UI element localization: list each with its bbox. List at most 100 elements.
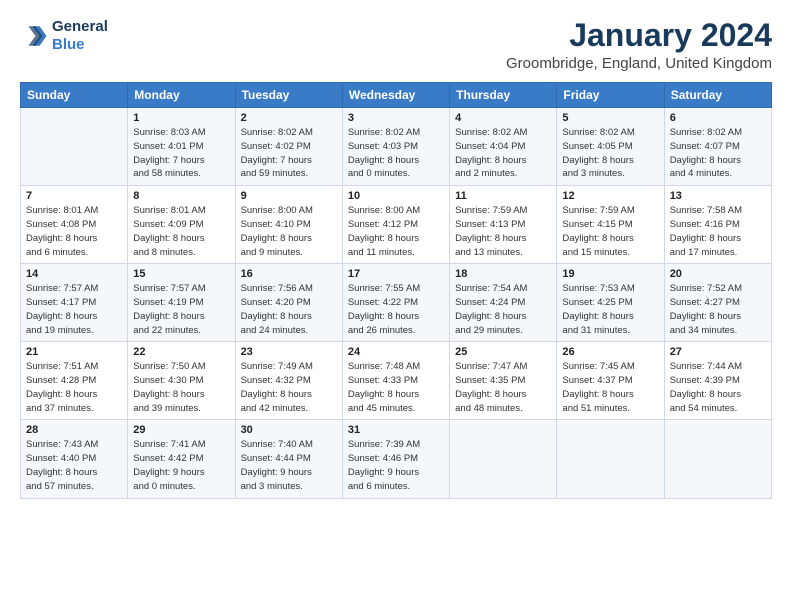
day-info: Sunrise: 8:00 AM Sunset: 4:10 PM Dayligh…: [241, 204, 337, 259]
day-cell: [21, 108, 128, 186]
day-number: 29: [133, 424, 229, 436]
day-cell: 18 Sunrise: 7:54 AM Sunset: 4:24 PM Dayli…: [450, 264, 557, 342]
day-info: Sunrise: 7:56 AM Sunset: 4:20 PM Dayligh…: [241, 282, 337, 337]
day-info: Sunrise: 7:50 AM Sunset: 4:30 PM Dayligh…: [133, 360, 229, 415]
day-number: 8: [133, 190, 229, 202]
day-cell: 6 Sunrise: 8:02 AM Sunset: 4:07 PM Daylig…: [664, 108, 771, 186]
day-cell: 9 Sunrise: 8:00 AM Sunset: 4:10 PM Daylig…: [235, 186, 342, 264]
day-info: Sunrise: 8:02 AM Sunset: 4:02 PM Dayligh…: [241, 126, 337, 181]
day-number: 6: [670, 112, 766, 124]
day-number: 22: [133, 346, 229, 358]
logo-line1: General: [52, 18, 108, 36]
day-cell: [450, 420, 557, 498]
day-info: Sunrise: 7:48 AM Sunset: 4:33 PM Dayligh…: [348, 360, 444, 415]
day-number: 14: [26, 268, 122, 280]
day-cell: 1Sunrise: 8:03 AM Sunset: 4:01 PM Daylig…: [128, 108, 235, 186]
day-info: Sunrise: 7:44 AM Sunset: 4:39 PM Dayligh…: [670, 360, 766, 415]
day-number: 31: [348, 424, 444, 436]
day-cell: 5 Sunrise: 8:02 AM Sunset: 4:05 PM Daylig…: [557, 108, 664, 186]
day-cell: 27 Sunrise: 7:44 AM Sunset: 4:39 PM Dayli…: [664, 342, 771, 420]
day-number: 17: [348, 268, 444, 280]
day-cell: 22 Sunrise: 7:50 AM Sunset: 4:30 PM Dayli…: [128, 342, 235, 420]
day-info: Sunrise: 7:57 AM Sunset: 4:17 PM Dayligh…: [26, 282, 122, 337]
day-info: Sunrise: 7:40 AM Sunset: 4:44 PM Dayligh…: [241, 438, 337, 493]
day-number: 21: [26, 346, 122, 358]
day-info: Sunrise: 7:59 AM Sunset: 4:13 PM Dayligh…: [455, 204, 551, 259]
day-cell: 26 Sunrise: 7:45 AM Sunset: 4:37 PM Dayli…: [557, 342, 664, 420]
day-cell: 10Sunrise: 8:00 AM Sunset: 4:12 PM Dayli…: [342, 186, 449, 264]
day-cell: 3 Sunrise: 8:02 AM Sunset: 4:03 PM Daylig…: [342, 108, 449, 186]
header: General Blue January 2024 Groombridge, E…: [20, 18, 772, 72]
day-info: Sunrise: 8:00 AM Sunset: 4:12 PM Dayligh…: [348, 204, 444, 259]
day-number: 30: [241, 424, 337, 436]
day-cell: 8 Sunrise: 8:01 AM Sunset: 4:09 PM Daylig…: [128, 186, 235, 264]
day-header-wednesday: Wednesday: [342, 83, 449, 108]
day-number: 1: [133, 112, 229, 124]
title-block: January 2024 Groombridge, England, Unite…: [506, 18, 772, 72]
day-cell: 29 Sunrise: 7:41 AM Sunset: 4:42 PM Dayli…: [128, 420, 235, 498]
day-info: Sunrise: 7:59 AM Sunset: 4:15 PM Dayligh…: [562, 204, 658, 259]
day-info: Sunrise: 8:02 AM Sunset: 4:03 PM Dayligh…: [348, 126, 444, 181]
day-info: Sunrise: 7:47 AM Sunset: 4:35 PM Dayligh…: [455, 360, 551, 415]
day-number: 23: [241, 346, 337, 358]
day-number: 12: [562, 190, 658, 202]
day-number: 13: [670, 190, 766, 202]
day-header-tuesday: Tuesday: [235, 83, 342, 108]
day-info: Sunrise: 7:41 AM Sunset: 4:42 PM Dayligh…: [133, 438, 229, 493]
day-number: 4: [455, 112, 551, 124]
day-info: Sunrise: 7:51 AM Sunset: 4:28 PM Dayligh…: [26, 360, 122, 415]
day-header-friday: Friday: [557, 83, 664, 108]
days-header-row: SundayMondayTuesdayWednesdayThursdayFrid…: [21, 83, 772, 108]
day-cell: 28 Sunrise: 7:43 AM Sunset: 4:40 PM Dayli…: [21, 420, 128, 498]
day-cell: 21 Sunrise: 7:51 AM Sunset: 4:28 PM Dayli…: [21, 342, 128, 420]
day-number: 16: [241, 268, 337, 280]
day-cell: 24 Sunrise: 7:48 AM Sunset: 4:33 PM Dayli…: [342, 342, 449, 420]
day-info: Sunrise: 8:01 AM Sunset: 4:09 PM Dayligh…: [133, 204, 229, 259]
day-info: Sunrise: 8:02 AM Sunset: 4:04 PM Dayligh…: [455, 126, 551, 181]
day-number: 28: [26, 424, 122, 436]
logo: General Blue: [20, 18, 108, 54]
day-header-monday: Monday: [128, 83, 235, 108]
day-cell: 12 Sunrise: 7:59 AM Sunset: 4:15 PM Dayli…: [557, 186, 664, 264]
logo-text: General Blue: [52, 18, 108, 54]
day-info: Sunrise: 8:02 AM Sunset: 4:05 PM Dayligh…: [562, 126, 658, 181]
day-number: 11: [455, 190, 551, 202]
day-cell: 31Sunrise: 7:39 AM Sunset: 4:46 PM Dayli…: [342, 420, 449, 498]
day-header-saturday: Saturday: [664, 83, 771, 108]
day-cell: 19 Sunrise: 7:53 AM Sunset: 4:25 PM Dayli…: [557, 264, 664, 342]
day-number: 27: [670, 346, 766, 358]
day-cell: 14 Sunrise: 7:57 AM Sunset: 4:17 PM Dayli…: [21, 264, 128, 342]
day-number: 2: [241, 112, 337, 124]
day-cell: 25Sunrise: 7:47 AM Sunset: 4:35 PM Dayli…: [450, 342, 557, 420]
day-number: 7: [26, 190, 122, 202]
day-number: 24: [348, 346, 444, 358]
day-number: 9: [241, 190, 337, 202]
week-row-1: 1Sunrise: 8:03 AM Sunset: 4:01 PM Daylig…: [21, 108, 772, 186]
day-info: Sunrise: 8:01 AM Sunset: 4:08 PM Dayligh…: [26, 204, 122, 259]
day-info: Sunrise: 7:49 AM Sunset: 4:32 PM Dayligh…: [241, 360, 337, 415]
day-info: Sunrise: 7:57 AM Sunset: 4:19 PM Dayligh…: [133, 282, 229, 337]
day-info: Sunrise: 8:02 AM Sunset: 4:07 PM Dayligh…: [670, 126, 766, 181]
week-row-5: 28 Sunrise: 7:43 AM Sunset: 4:40 PM Dayli…: [21, 420, 772, 498]
day-info: Sunrise: 7:54 AM Sunset: 4:24 PM Dayligh…: [455, 282, 551, 337]
day-number: 5: [562, 112, 658, 124]
day-number: 26: [562, 346, 658, 358]
logo-line2: Blue: [52, 36, 85, 53]
day-info: Sunrise: 7:55 AM Sunset: 4:22 PM Dayligh…: [348, 282, 444, 337]
day-info: Sunrise: 7:53 AM Sunset: 4:25 PM Dayligh…: [562, 282, 658, 337]
day-number: 18: [455, 268, 551, 280]
day-info: Sunrise: 7:43 AM Sunset: 4:40 PM Dayligh…: [26, 438, 122, 493]
day-header-thursday: Thursday: [450, 83, 557, 108]
day-cell: 13Sunrise: 7:58 AM Sunset: 4:16 PM Dayli…: [664, 186, 771, 264]
location-title: Groombridge, England, United Kingdom: [506, 55, 772, 72]
page: General Blue January 2024 Groombridge, E…: [0, 0, 792, 612]
day-number: 3: [348, 112, 444, 124]
day-cell: 20Sunrise: 7:52 AM Sunset: 4:27 PM Dayli…: [664, 264, 771, 342]
calendar-table: SundayMondayTuesdayWednesdayThursdayFrid…: [20, 82, 772, 498]
logo-icon: [20, 22, 48, 50]
week-row-3: 14 Sunrise: 7:57 AM Sunset: 4:17 PM Dayli…: [21, 264, 772, 342]
day-number: 15: [133, 268, 229, 280]
day-number: 19: [562, 268, 658, 280]
day-cell: 4 Sunrise: 8:02 AM Sunset: 4:04 PM Daylig…: [450, 108, 557, 186]
day-info: Sunrise: 7:45 AM Sunset: 4:37 PM Dayligh…: [562, 360, 658, 415]
